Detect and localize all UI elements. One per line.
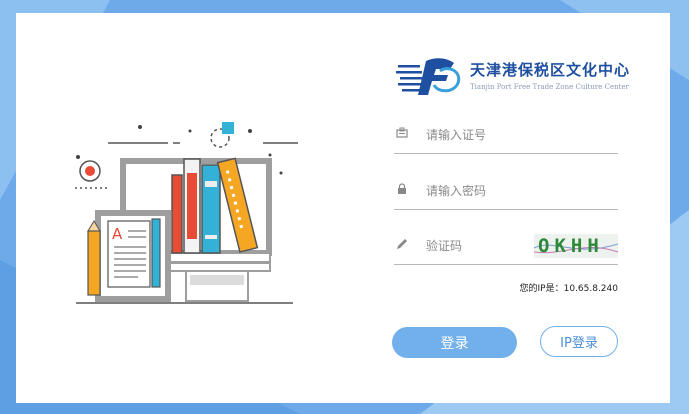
ip-address-text: 您的IP是：10.65.8.240 (519, 284, 618, 294)
captcha-input[interactable] (426, 236, 526, 256)
password-input[interactable] (426, 181, 566, 201)
pencil-icon (397, 239, 407, 249)
captcha-image[interactable]: OKHH (534, 234, 618, 258)
login-card: A 天津港保税区文化中心 Tianjin Port Free Trade Zon… (16, 13, 670, 403)
logo: 天津港保税区文化中心 Tianjin Port Free Trade Zone … (396, 55, 636, 105)
login-button[interactable]: 登录 (392, 327, 517, 358)
ip-login-button[interactable]: IP登录 (540, 326, 618, 357)
logo-mark-icon (396, 58, 461, 95)
captcha-text: OKHH (538, 235, 604, 257)
id-input[interactable] (426, 125, 566, 145)
captcha-field: OKHH (394, 230, 618, 265)
svg-text:A: A (112, 225, 123, 243)
logo-subtitle: Tianjin Port Free Trade Zone Culture Cen… (470, 83, 629, 91)
logo-title: 天津港保税区文化中心 (470, 61, 631, 79)
library-illustration: A (75, 122, 298, 304)
id-field (394, 119, 618, 154)
password-field (394, 175, 618, 210)
lock-icon (398, 183, 406, 194)
id-card-icon (396, 127, 408, 138)
